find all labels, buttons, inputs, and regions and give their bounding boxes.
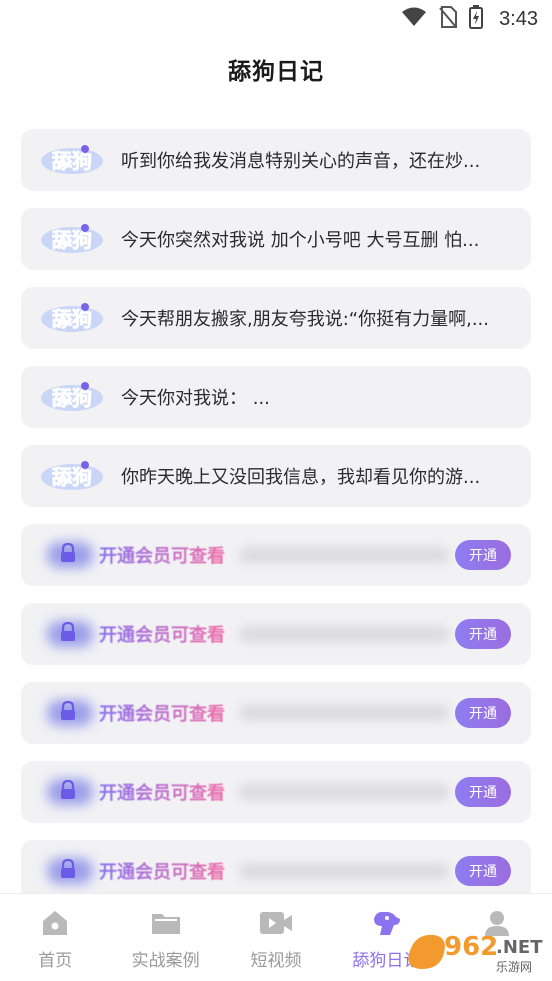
dog-badge-icon: 舔狗 — [37, 459, 107, 493]
open-membership-button[interactable]: 开通 — [455, 777, 511, 807]
blurred-preview — [239, 626, 449, 642]
tab-label: 首页 — [38, 951, 73, 971]
locked-entry[interactable]: 开通会员可查看 开通 — [21, 524, 531, 586]
lock-icon — [43, 696, 93, 730]
blurred-preview — [239, 784, 449, 800]
blurred-preview — [239, 863, 449, 879]
status-time: 3:43 — [499, 7, 538, 30]
diary-entry[interactable]: 舔狗 今天帮朋友搬家,朋友夸我说:“你挺有力量啊,... — [21, 287, 531, 349]
locked-label: 开通会员可查看 — [99, 542, 225, 568]
wifi-icon — [401, 7, 427, 31]
entry-text: 你昨天晚上又没回我信息，我却看见你的游... — [121, 467, 481, 488]
locked-label: 开通会员可查看 — [99, 858, 225, 884]
entry-text: 今天帮朋友搬家,朋友夸我说:“你挺有力量啊,... — [121, 309, 489, 330]
folder-icon — [150, 908, 182, 938]
watermark-logo: 962 .NET 乐游网 — [404, 925, 544, 977]
watermark-brand: 962 — [444, 932, 498, 962]
dog-badge-icon: 舔狗 — [37, 222, 107, 256]
diary-entry[interactable]: 舔狗 你昨天晚上又没回我信息，我却看见你的游... — [21, 445, 531, 507]
video-icon — [259, 908, 293, 938]
dog-badge-icon: 舔狗 — [37, 143, 107, 177]
diary-entry[interactable]: 舔狗 听到你给我发消息特别关心的声音，还在炒... — [21, 129, 531, 191]
dog-badge-icon: 舔狗 — [37, 380, 107, 414]
diary-entry[interactable]: 舔狗 今天你对我说： ... — [21, 366, 531, 428]
tab-home[interactable]: 首页 — [0, 894, 110, 981]
open-membership-button[interactable]: 开通 — [455, 540, 511, 570]
no-sim-icon — [439, 6, 458, 32]
locked-entry[interactable]: 开通会员可查看 开通 — [21, 682, 531, 744]
status-bar: 3:43 — [0, 0, 552, 38]
open-membership-button[interactable]: 开通 — [455, 698, 511, 728]
watermark-sub: 乐游网 — [496, 960, 532, 974]
locked-entry[interactable]: 开通会员可查看 开通 — [21, 761, 531, 823]
home-icon — [40, 908, 70, 938]
lock-icon — [43, 854, 93, 888]
open-membership-button[interactable]: 开通 — [455, 619, 511, 649]
battery-charging-icon — [469, 5, 484, 33]
open-membership-button[interactable]: 开通 — [455, 856, 511, 886]
screen: 3:43 舔狗日记 舔狗 听到你给我发消息特别关心的声音，还在炒... 舔狗 今天你突… — [0, 0, 552, 981]
dog-icon — [370, 908, 402, 938]
diary-entry[interactable]: 舔狗 今天你突然对我说 加个小号吧 大号互删 怕... — [21, 208, 531, 270]
entry-text: 听到你给我发消息特别关心的声音，还在炒... — [121, 151, 481, 172]
blurred-preview — [239, 705, 449, 721]
lock-icon — [43, 775, 93, 809]
tab-label: 实战案例 — [131, 951, 200, 971]
locked-label: 开通会员可查看 — [99, 621, 225, 647]
tab-label: 短视频 — [250, 951, 302, 971]
locked-label: 开通会员可查看 — [99, 700, 225, 726]
entry-text: 今天你对我说： ... — [121, 388, 270, 409]
page-title: 舔狗日记 — [228, 59, 324, 85]
dog-badge-icon: 舔狗 — [37, 301, 107, 335]
entry-text: 今天你突然对我说 加个小号吧 大号互删 怕... — [121, 230, 480, 251]
locked-label: 开通会员可查看 — [99, 779, 225, 805]
lock-icon — [43, 617, 93, 651]
lock-icon — [43, 538, 93, 572]
watermark-domain: .NET — [496, 937, 543, 958]
tab-video[interactable]: 短视频 — [221, 894, 331, 981]
blurred-preview — [239, 547, 449, 563]
locked-entry[interactable]: 开通会员可查看 开通 — [21, 603, 531, 665]
diary-list: 舔狗 听到你给我发消息特别关心的声音，还在炒... 舔狗 今天你突然对我说 加个小号吧… — [21, 129, 531, 919]
tab-folder[interactable]: 实战案例 — [110, 894, 220, 981]
